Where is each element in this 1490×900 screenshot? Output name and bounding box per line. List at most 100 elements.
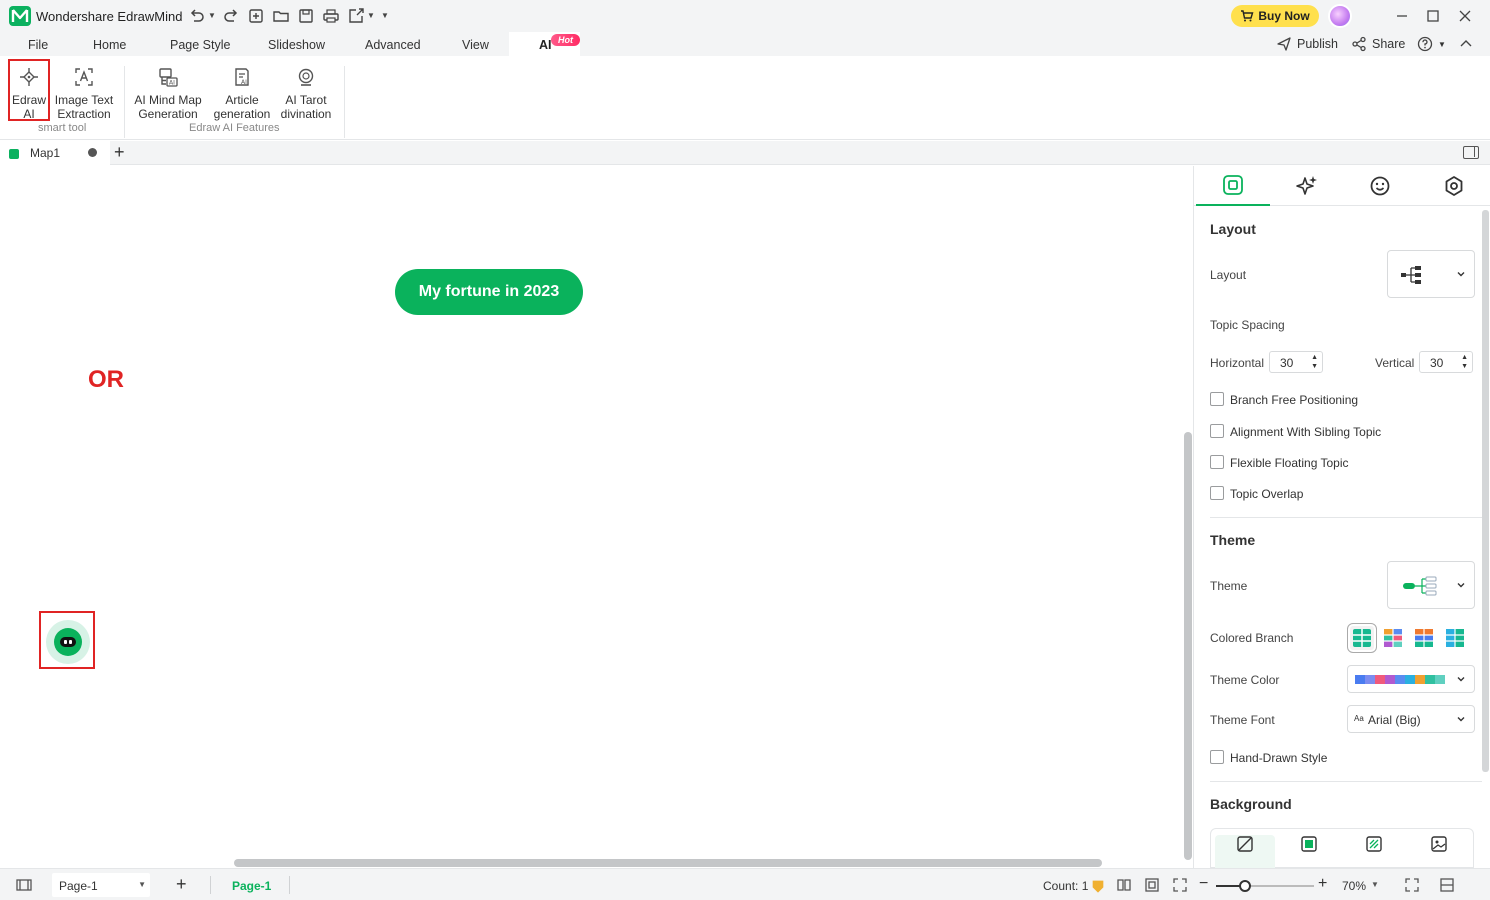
menu-advanced[interactable]: Advanced [365,38,421,52]
menu-slideshow[interactable]: Slideshow [268,38,325,52]
save-icon[interactable] [297,7,315,25]
page-format-icon [1223,175,1243,195]
flexible-floating-checkbox[interactable] [1210,455,1224,469]
ai-tarot-divination-button[interactable]: AI Tarot divination [278,66,334,121]
page-select-value: Page-1 [59,879,98,893]
vertical-value: 30 [1430,356,1444,370]
hand-drawn-style-label: Hand-Drawn Style [1230,751,1328,765]
export-icon[interactable] [347,7,365,25]
print-icon[interactable] [322,7,340,25]
customize-toolbar-icon[interactable]: ▼ [381,11,389,20]
canvas-vertical-scrollbar[interactable] [1184,432,1192,860]
user-avatar[interactable] [1328,4,1352,28]
background-image-option[interactable] [1409,835,1469,869]
background-color-option[interactable] [1279,835,1339,869]
menu-page-style[interactable]: Page Style [170,38,230,52]
unsaved-dot-icon[interactable] [88,148,97,157]
image-text-extraction-button[interactable]: Image Text Extraction [54,66,114,121]
open-folder-icon[interactable] [272,7,290,25]
zoom-in-icon[interactable]: + [1318,875,1327,893]
redo-icon[interactable] [222,7,240,25]
gear-icon [1445,176,1463,196]
help-button[interactable]: ▼ [1417,36,1446,52]
horizontal-spacing-input[interactable]: 30 ▲ ▼ [1269,351,1323,373]
colored-branch-option-2[interactable] [1381,626,1405,650]
zoom-level[interactable]: 70% [1342,879,1366,893]
central-topic[interactable]: My fortune in 2023 [395,269,583,315]
undo-dropdown-icon[interactable]: ▼ [208,11,216,20]
share-button[interactable]: Share [1351,36,1405,52]
colored-branch-option-1[interactable] [1347,623,1377,653]
page-select[interactable]: Page-1 ▼ [52,873,150,897]
theme-font-dropdown[interactable]: Aa Arial (Big) [1347,705,1475,733]
colored-branch-option-3[interactable] [1412,626,1436,650]
menu-file[interactable]: File [28,38,48,52]
tab-settings[interactable] [1417,166,1490,206]
spinner-arrows-icon[interactable]: ▲ ▼ [1311,353,1318,371]
menu-ai-label: AI [539,38,552,52]
background-texture-option[interactable] [1344,835,1404,869]
undo-icon[interactable] [188,7,206,25]
status-bar: Page-1 ▼ + Page-1 Count: 1 − + 70% ▼ [0,868,1490,900]
minimize-icon[interactable] [1394,8,1410,24]
collapse-panel-icon[interactable] [1439,877,1455,893]
canvas-horizontal-scrollbar[interactable] [234,859,1102,867]
layout-label: Layout [1210,268,1247,282]
add-tab-icon[interactable]: + [114,143,125,161]
branch-free-positioning-checkbox[interactable] [1210,392,1224,406]
ai-assistant-button[interactable] [46,620,90,664]
maximize-icon[interactable] [1425,8,1441,24]
zoom-slider-knob[interactable] [1239,880,1252,892]
chevron-up-icon [1460,40,1472,47]
fit-page-icon[interactable] [1144,877,1160,893]
background-none-option[interactable] [1215,835,1275,869]
publish-button[interactable]: Publish [1276,36,1338,52]
ai-mind-map-generation-button[interactable]: AI AI Mind Map Generation [133,66,203,121]
zoom-dropdown-icon[interactable]: ▼ [1371,880,1379,889]
count-badge-icon [1090,878,1104,893]
doc-tab-map1[interactable]: Map1 [0,141,110,165]
buy-now-button[interactable]: Buy Now [1231,5,1319,27]
tab-ai-style[interactable] [1270,166,1344,206]
publish-label: Publish [1297,37,1338,51]
vertical-spacing-input[interactable]: 30 ▲ ▼ [1419,351,1473,373]
share-label: Share [1372,37,1406,51]
export-dropdown-icon[interactable]: ▼ [367,11,375,20]
book-view-icon[interactable] [1116,877,1132,893]
spinner-arrows-icon[interactable]: ▲ ▼ [1461,353,1468,371]
menu-home[interactable]: Home [93,38,126,52]
layout-dropdown[interactable] [1387,250,1475,298]
fullscreen-icon[interactable] [1404,877,1420,893]
tab-page-format[interactable] [1196,166,1270,206]
horizontal-value: 30 [1280,356,1294,370]
menu-view[interactable]: View [462,38,489,52]
zoom-out-icon[interactable]: − [1199,875,1208,893]
help-dropdown-icon: ▼ [1438,39,1446,49]
colored-branch-option-4[interactable] [1443,626,1467,650]
app-title: Wondershare EdrawMind [36,9,183,24]
zoom-slider[interactable] [1216,880,1314,892]
tab-icons[interactable] [1343,166,1417,206]
menu-bar: File Home Page Style Slideshow Advanced … [0,32,1490,56]
new-file-icon[interactable] [247,7,265,25]
add-page-icon[interactable]: + [176,874,187,895]
close-icon[interactable] [1457,8,1473,24]
topic-overlap-checkbox[interactable] [1210,486,1224,500]
share-icon [1352,36,1366,52]
smiley-icon [1370,176,1390,196]
theme-color-swatch [1415,675,1425,684]
page-panel-icon[interactable] [16,877,32,893]
hand-drawn-style-checkbox[interactable] [1210,750,1224,764]
theme-color-dropdown[interactable] [1347,665,1475,693]
mindmap-canvas[interactable]: My fortune in 2023 OR [0,166,1193,868]
panel-scrollbar[interactable] [1482,210,1489,772]
status-separator [210,876,211,894]
page-tab-active[interactable]: Page-1 [232,879,271,893]
alignment-sibling-checkbox[interactable] [1210,424,1224,438]
toggle-panel-icon[interactable] [1463,146,1479,159]
article-generation-button[interactable]: AI Article generation [211,66,273,121]
theme-dropdown[interactable] [1387,561,1475,609]
fit-screen-icon[interactable] [1172,877,1188,893]
collapse-ribbon-button[interactable] [1458,36,1474,52]
chevron-down-icon [1456,714,1466,724]
